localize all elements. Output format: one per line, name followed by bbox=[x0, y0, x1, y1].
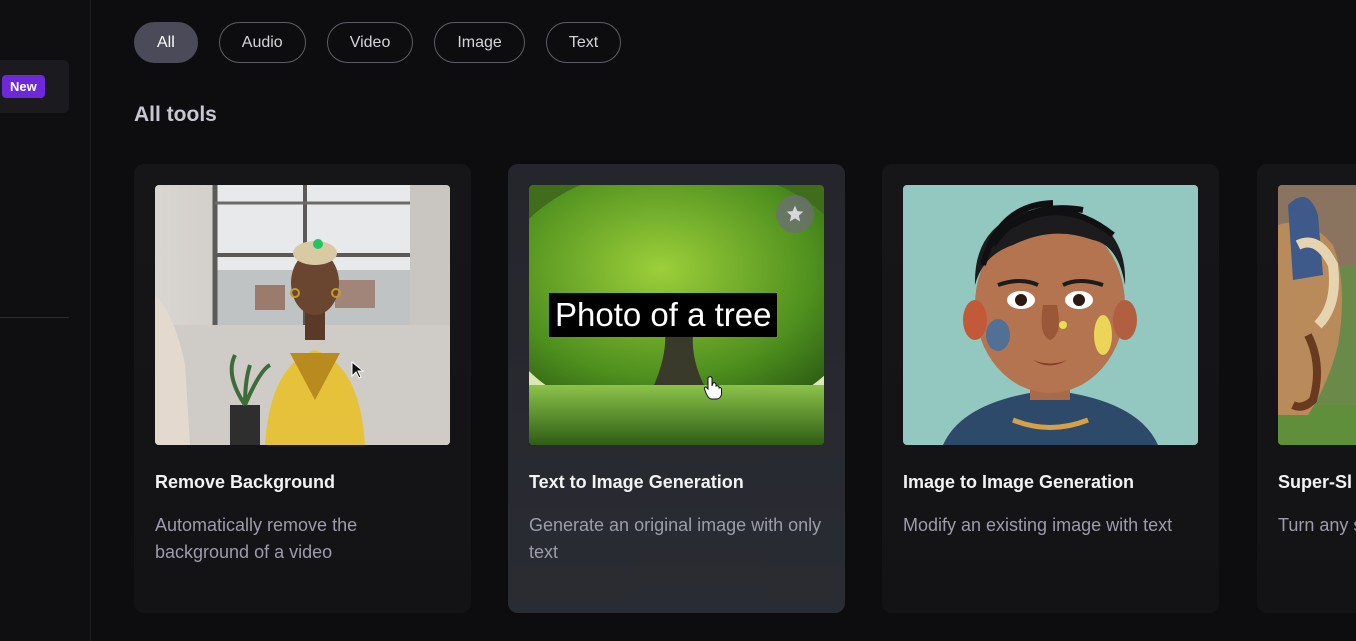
card-description: Automatically remove the background of a… bbox=[155, 515, 358, 562]
super-slow-motion-thumbnail bbox=[1278, 185, 1356, 445]
filter-chip-all[interactable]: All bbox=[134, 22, 198, 63]
card-description: Modify an existing image with text bbox=[903, 515, 1173, 535]
section-title: All tools bbox=[134, 103, 217, 126]
new-badge: New bbox=[2, 75, 45, 98]
arrow-cursor-icon bbox=[351, 361, 365, 379]
card-title: Image to Image Generation bbox=[903, 472, 1135, 492]
filter-chip-text[interactable]: Text bbox=[545, 22, 622, 63]
star-icon bbox=[786, 205, 804, 222]
image-to-image-thumbnail bbox=[903, 185, 1198, 445]
tool-card-remove-background[interactable]: Remove Background Automatically remove t… bbox=[134, 164, 471, 613]
card-title: Super-Sl bbox=[1278, 472, 1353, 492]
filter-chips: All Audio Video Image Text bbox=[134, 22, 622, 63]
tool-card-image-to-image[interactable]: Image to Image Generation Modify an exis… bbox=[882, 164, 1219, 613]
tool-card-super-slow-motion[interactable]: Super-Sl Turn any slow mot bbox=[1257, 164, 1356, 613]
text-to-image-thumbnail: Photo of a tree bbox=[529, 185, 824, 445]
prompt-caption: Photo of a tree bbox=[549, 293, 778, 337]
hand-cursor-icon bbox=[703, 376, 722, 400]
filter-chip-image[interactable]: Image bbox=[434, 22, 525, 63]
main-content: All Audio Video Image Text All tools Rem… bbox=[91, 0, 1356, 641]
sidebar: New bbox=[0, 0, 91, 641]
filter-chip-audio[interactable]: Audio bbox=[218, 22, 306, 63]
favorite-button[interactable] bbox=[776, 195, 814, 233]
tool-cards: Remove Background Automatically remove t… bbox=[134, 164, 1356, 613]
sidebar-divider bbox=[0, 317, 69, 318]
filter-chip-video[interactable]: Video bbox=[326, 22, 414, 63]
tool-card-text-to-image[interactable]: Photo of a tree Text to Image Generation… bbox=[508, 164, 845, 613]
card-title: Text to Image Generation bbox=[529, 472, 744, 492]
card-description: Generate an original image with only tex… bbox=[529, 515, 822, 562]
card-title: Remove Background bbox=[155, 472, 336, 492]
card-description: Turn any slow mot bbox=[1278, 515, 1356, 535]
remove-background-thumbnail bbox=[155, 185, 450, 445]
